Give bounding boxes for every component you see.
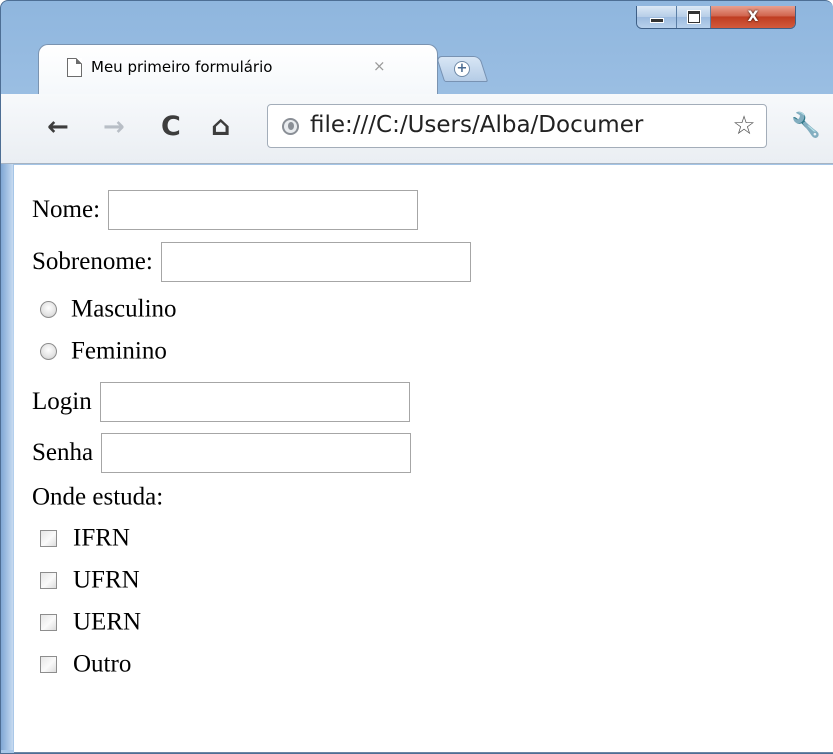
masculino-label: Masculino <box>71 295 177 323</box>
nome-row: Nome: <box>32 190 419 230</box>
forward-icon[interactable]: → <box>103 112 125 142</box>
ufrn-label: UFRN <box>73 566 140 594</box>
tab-title: Meu primeiro formulário <box>91 58 273 76</box>
nome-input[interactable] <box>108 190 419 230</box>
new-tab-icon: + <box>454 61 470 77</box>
page-icon <box>67 58 82 77</box>
close-button[interactable]: X <box>711 6 795 28</box>
toolbar: ← → C ⌂ file:///C:/Users/Alba/Documer ☆ … <box>1 94 833 164</box>
uern-label: UERN <box>73 608 142 636</box>
radio-feminino-row: Feminino <box>32 335 167 366</box>
tab-active[interactable]: Meu primeiro formulário × <box>38 44 438 94</box>
senha-row: Senha <box>32 433 412 473</box>
senha-label: Senha <box>32 439 94 466</box>
checkbox-ufrn[interactable] <box>40 571 57 589</box>
window-controls: X <box>636 6 796 29</box>
maximize-icon <box>687 11 700 23</box>
close-icon: X <box>747 9 759 25</box>
home-icon[interactable]: ⌂ <box>211 112 230 142</box>
wrench-icon[interactable]: 🔧 <box>791 111 821 139</box>
login-label: Login <box>32 388 92 415</box>
checkbox-uern[interactable] <box>40 613 57 631</box>
nome-label: Nome: <box>32 196 101 223</box>
new-tab-button[interactable]: + <box>435 56 489 82</box>
checkbox-ufrn-row: UFRN <box>32 564 140 595</box>
checkbox-ifrn[interactable] <box>40 529 57 547</box>
ifrn-label: IFRN <box>73 524 130 552</box>
minimize-icon <box>649 17 664 23</box>
checkbox-uern-row: UERN <box>32 606 141 637</box>
outro-label: Outro <box>73 650 132 678</box>
onde-estuda-label-row: Onde estuda: <box>32 481 163 512</box>
feminino-label: Feminino <box>71 337 167 365</box>
onde-estuda-label: Onde estuda: <box>32 483 164 511</box>
sobrenome-label: Sobrenome: <box>32 248 153 275</box>
star-icon[interactable]: ☆ <box>728 109 760 143</box>
login-input[interactable] <box>99 382 410 422</box>
tab-close-button[interactable]: × <box>373 57 386 75</box>
sobrenome-input[interactable] <box>160 242 471 282</box>
checkbox-outro-row: Outro <box>32 648 131 679</box>
radio-masculino[interactable] <box>40 300 57 318</box>
reload-icon[interactable]: C <box>161 112 181 142</box>
globe-icon <box>282 118 299 135</box>
maximize-button[interactable] <box>677 6 711 28</box>
back-icon[interactable]: ← <box>47 112 69 142</box>
checkbox-ifrn-row: IFRN <box>32 522 130 553</box>
minimize-button[interactable] <box>637 6 677 28</box>
checkbox-outro[interactable] <box>40 655 57 673</box>
radio-feminino[interactable] <box>40 342 57 360</box>
address-bar[interactable]: file:///C:/Users/Alba/Documer ☆ <box>267 104 767 148</box>
senha-input[interactable] <box>101 433 412 473</box>
radio-masculino-row: Masculino <box>32 293 177 324</box>
url-text: file:///C:/Users/Alba/Documer <box>310 112 644 138</box>
window-left-border <box>1 160 13 750</box>
sobrenome-row: Sobrenome: <box>32 242 471 282</box>
login-row: Login <box>32 382 410 422</box>
